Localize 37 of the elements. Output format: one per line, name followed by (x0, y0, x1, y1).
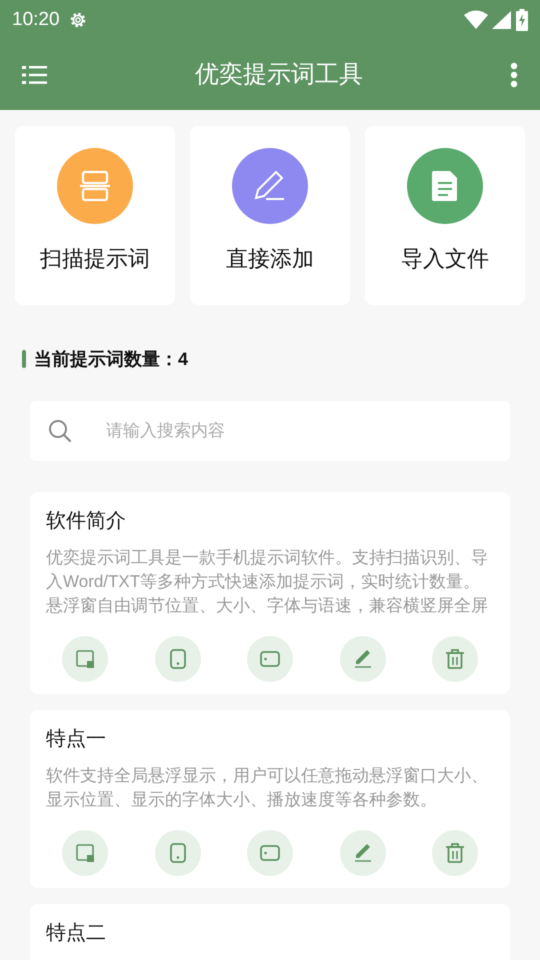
more-button[interactable] (510, 62, 518, 88)
edit-button[interactable] (340, 636, 386, 682)
floating-window-icon (74, 648, 96, 670)
prompt-count: 当前提示词数量：4 (34, 348, 188, 370)
scan-icon (79, 170, 111, 202)
delete-icon (444, 842, 466, 864)
landscape-screen-icon (259, 648, 281, 670)
prompt-title: 特点一 (46, 727, 107, 752)
floating-window-icon (74, 842, 96, 864)
delete-icon (444, 648, 466, 670)
edit-button[interactable] (340, 830, 386, 876)
landscape-screen-icon (259, 842, 281, 864)
portrait-screen-button[interactable] (154, 830, 200, 876)
floating-window-button[interactable] (62, 636, 108, 682)
pencil-icon (254, 170, 286, 202)
landscape-screen-button[interactable] (247, 830, 293, 876)
prompt-description: 优奕提示词工具是一款手机提示词软件。支持扫描识别、导入Word/TXT等多种方式快速添加提示词，实时统计数量。悬浮窗自由调节位置、大小、字体与语速，兼容横竖屏全屏 (46, 547, 489, 617)
prompt-title: 软件简介 (46, 509, 127, 534)
menu-button[interactable] (22, 63, 48, 87)
search-icon (48, 419, 72, 443)
landscape-screen-button[interactable] (247, 636, 293, 682)
signal-icon (492, 10, 512, 30)
action-card[interactable]: 扫描提示词 (15, 126, 175, 305)
search-field[interactable]: 请输入搜索内容 (30, 401, 510, 461)
status-time: 10:20 (12, 8, 60, 32)
settings-icon (68, 10, 88, 30)
floating-window-button[interactable] (62, 830, 108, 876)
delete-button[interactable] (432, 830, 478, 876)
action-card[interactable]: 导入文件 (365, 126, 525, 305)
battery-icon (516, 9, 528, 31)
wifi-icon (464, 10, 488, 30)
prompt-title: 特点二 (46, 921, 107, 946)
app-title: 优奕提示词工具 (195, 60, 363, 90)
delete-button[interactable] (432, 636, 478, 682)
portrait-screen-button[interactable] (154, 636, 200, 682)
action-card[interactable]: 直接添加 (190, 126, 350, 305)
prompt-description: 软件支持全局悬浮显示，用户可以任意拖动悬浮窗口大小、显示位置、显示的字体大小、播放速度等各种参数。 (46, 765, 489, 811)
